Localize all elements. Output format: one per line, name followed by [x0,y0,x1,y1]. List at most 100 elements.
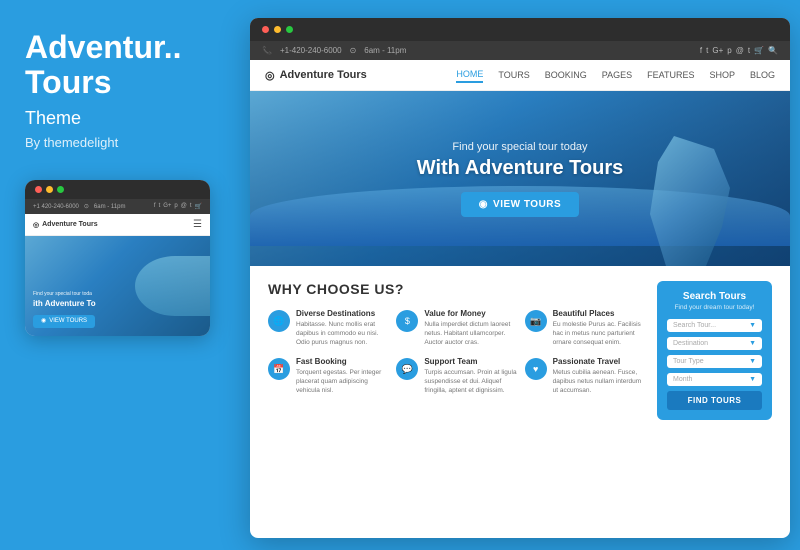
feature-value-name: Value for Money [424,309,516,318]
feature-beautiful: 📷 Beautiful Places Eu molestie Purus ac.… [525,309,645,347]
theme-title-line1: Adventur.. [25,29,181,65]
compass-icon: ◎ [33,221,39,229]
eye-icon: ◉ [41,318,46,326]
feature-beautiful-text: Beautiful Places Eu molestie Purus ac. F… [553,309,645,347]
clock-icon: ⊙ [350,46,357,55]
search-title: Search Tours [667,291,762,302]
view-tours-button[interactable]: ◉ VIEW TOURS [461,192,579,217]
dropdown-arrow-icon: ▼ [749,376,756,383]
feature-booking-name: Fast Booking [296,357,388,366]
hero-title: With Adventure Tours [417,157,623,180]
feature-diverse: 🌐 Diverse Destinations Habitasse. Nunc m… [268,309,388,347]
chat-icon: 💬 [396,358,418,380]
mobile-phone: +1 420-240-6000 [33,204,79,210]
mobile-hours: 6am - 11pm [94,204,126,210]
mobile-hero-title: ith Adventure To [33,299,96,309]
feature-diverse-desc: Habitasse. Nunc mollis erat dapibus in c… [296,320,388,347]
ig-icon: @ [736,46,744,55]
browser-chrome [250,18,790,41]
nav-home[interactable]: HOME [456,67,483,83]
dropdown-arrow-icon: ▼ [749,340,756,347]
search-sidebar: Search Tours Find your dream tour today!… [657,281,772,420]
feature-support-name: Support Team [424,357,516,366]
facebook-icon: f [154,203,156,210]
feature-diverse-name: Diverse Destinations [296,309,388,318]
mobile-contact-info: +1 420-240-6000 ⊙ 6am - 11pm [33,203,125,210]
mobile-hero-text: Find your special tour toda ith Adventur… [33,291,96,329]
twitter-icon: t [159,203,161,210]
feature-value-desc: Nulla imperdiet dictum laoreet netus. Ha… [424,320,516,347]
hamburger-icon[interactable]: ☰ [193,219,202,230]
search-tour-field[interactable]: Search Tour... ▼ [667,319,762,332]
fb-icon: f [700,46,702,55]
dot-red [35,186,42,193]
eye-icon: ◉ [479,199,488,210]
google-icon: G+ [163,203,171,210]
feature-beautiful-desc: Eu molestie Purus ac. Facilisis hac in m… [553,320,645,347]
nav-tours[interactable]: TOURS [498,68,529,82]
mobile-chrome-bar [25,180,210,199]
cart-icon: 🛒 [195,203,202,210]
globe-icon: 🌐 [268,310,290,332]
features-grid: 🌐 Diverse Destinations Habitasse. Nunc m… [268,309,645,396]
browser-preview: 📞 +1-420-240-6000 ⊙ 6am - 11pm f t G+ p … [250,18,790,538]
search-subtitle: Find your dream tour today! [667,304,762,311]
browser-nav: ◎ Adventure Tours HOME TOURS BOOKING PAG… [250,60,790,91]
feature-beautiful-name: Beautiful Places [553,309,645,318]
why-title: WHY CHOOSE US? [268,281,645,297]
month-label: Month [673,376,692,383]
destination-field[interactable]: Destination ▼ [667,337,762,350]
tu-icon: t [748,46,750,55]
mobile-hero: Find your special tour toda ith Adventur… [25,236,210,336]
browser-dot-yellow [274,26,281,33]
theme-author: By themedelight [25,135,118,150]
tumblr-icon: t [190,203,192,210]
camera-icon: 📷 [525,310,547,332]
why-content: WHY CHOOSE US? 🌐 Diverse Destinations Ha… [268,281,645,420]
browser-phone: +1-420-240-6000 [280,46,342,55]
feature-passionate-desc: Metus cubilia aenean. Fusce, dapibus net… [553,368,645,395]
browser-social: f t G+ p @ t 🛒 🔍 [700,46,778,55]
why-choose-section: WHY CHOOSE US? 🌐 Diverse Destinations Ha… [250,266,790,430]
hero-content: Find your special tour today With Advent… [417,141,623,217]
dropdown-arrow-icon: ▼ [749,322,756,329]
feature-passionate-name: Passionate Travel [553,357,645,366]
phone-icon: 📞 [262,46,272,55]
hero-subtitle: Find your special tour today [417,141,623,153]
mobile-social-icons: f t G+ p @ t 🛒 [154,203,202,210]
dot-yellow [46,186,53,193]
dot-green [57,186,64,193]
feature-diverse-text: Diverse Destinations Habitasse. Nunc mol… [296,309,388,347]
left-panel: Adventur.. Tours Theme By themedelight +… [0,0,250,550]
feature-passionate-text: Passionate Travel Metus cubilia aenean. … [553,357,645,395]
feature-value-text: Value for Money Nulla imperdiet dictum l… [424,309,516,347]
money-icon: $ [396,310,418,332]
browser-logo: ◎ Adventure Tours [265,69,367,82]
browser-contact: 📞 +1-420-240-6000 ⊙ 6am - 11pm [262,46,406,55]
feature-support-desc: Turpis accumsan. Proin at ligula suspend… [424,368,516,395]
pinterest-icon: p [174,203,177,210]
mobile-topbar: +1 420-240-6000 ⊙ 6am - 11pm f t G+ p @ … [25,199,210,214]
nav-blog[interactable]: BLOG [750,68,775,82]
nav-pages[interactable]: PAGES [602,68,632,82]
browser-dot-green [286,26,293,33]
theme-subtitle: Theme [25,108,81,129]
dropdown-arrow-icon: ▼ [749,358,756,365]
compass-icon: ◎ [265,69,275,82]
nav-booking[interactable]: BOOKING [545,68,587,82]
find-tours-button[interactable]: FIND TOURS [667,391,762,410]
nav-shop[interactable]: SHOP [709,68,735,82]
tour-type-label: Tour Type [673,358,704,365]
pi-icon: p [727,46,731,55]
tour-type-field[interactable]: Tour Type ▼ [667,355,762,368]
destination-label: Destination [673,340,708,347]
hero-wave-decoration [135,256,210,316]
mobile-preview: +1 420-240-6000 ⊙ 6am - 11pm f t G+ p @ … [25,180,210,336]
month-field[interactable]: Month ▼ [667,373,762,386]
gp-icon: G+ [712,46,723,55]
browser-hours: 6am - 11pm [364,46,406,55]
nav-features[interactable]: FEATURES [647,68,694,82]
feature-booking-text: Fast Booking Torquent egestas. Per integ… [296,357,388,395]
browser-topbar: 📞 +1-420-240-6000 ⊙ 6am - 11pm f t G+ p … [250,41,790,60]
mobile-view-tours-button[interactable]: ◉ VIEW TOURS [33,315,95,329]
